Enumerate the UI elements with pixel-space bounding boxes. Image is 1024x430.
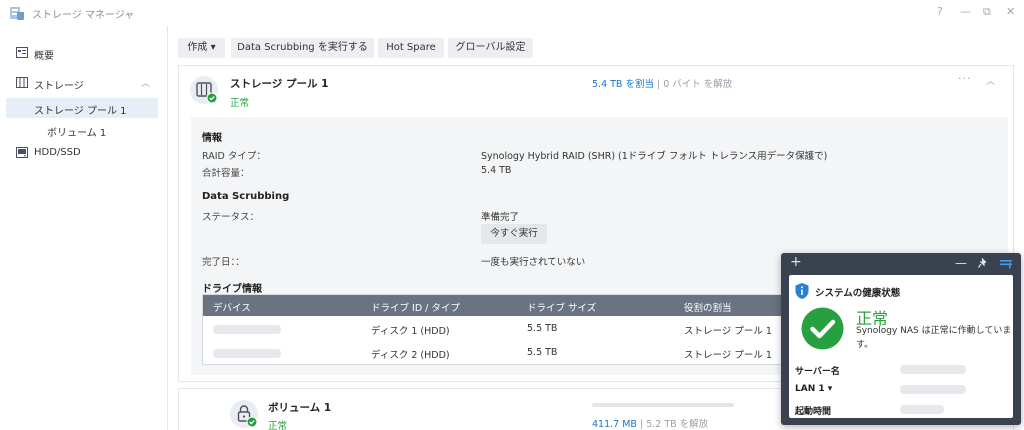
info-heading: 情報 [202,133,222,144]
server-name-redacted [900,365,966,374]
healthy-check-icon [801,307,844,350]
server-name-label: サーバー名 [795,367,840,377]
volume-status: 正常 [268,421,288,430]
data-scrubbing-button[interactable]: Data Scrubbing を実行する [231,38,374,58]
sidebar: 概要 ストレージ ︿ ストレージ プール 1 ボリューム 1 HDD/SSD [0,26,168,430]
info-shield-icon [795,283,809,299]
storage-pool-title: ストレージ プール 1 [230,78,329,90]
allocated-link[interactable]: 5.4 TB を割当 [592,79,654,90]
uptime-label: 起動時間 [795,407,832,417]
volume-title: ボリューム 1 [268,402,332,414]
allocation-separator: | [653,79,664,90]
volume-usage-bar [592,403,734,407]
completed-date-value: 一度も実行されていない [481,257,586,268]
storage-pool-icon [190,76,218,104]
storage-pool-allocation: 5.4 TB を割当 | 0 バイト を解放 [592,76,732,90]
total-capacity-value: 5.4 TB [481,165,512,176]
lock-icon [237,405,258,428]
sidebar-item-volume-1[interactable]: ボリューム 1 [0,120,168,140]
volume-icon [230,400,258,428]
column-header-drive-size[interactable]: ドライブ サイズ [527,300,596,314]
drive-id-cell: ディスク 2 (HDD) [371,350,450,361]
widget-settings-icon[interactable] [1000,259,1012,269]
minimize-button[interactable]: — [960,5,971,18]
help-button[interactable]: ? [937,5,943,18]
raid-type-label: RAID タイプ： [202,151,266,162]
drive-table: デバイス ドライブ ID / タイプ ドライブ サイズ 役割の割当 ディスク 1… [202,294,790,365]
free-space-text: 0 バイト を解放 [663,79,733,90]
scrub-status-label: ステータス： [202,212,260,223]
lan-selector[interactable]: LAN 1 ▾ [795,384,832,394]
pin-icon[interactable] [977,258,988,269]
sidebar-item-storage-pool-1[interactable]: ストレージ プール 1 [6,98,158,118]
widget-toolbar: + — [781,253,1021,275]
uptime-redacted [900,405,944,414]
drive-id-cell: ディスク 1 (HDD) [371,326,450,337]
storage-manager-app-icon [10,7,24,20]
sidebar-item-hdd-ssd[interactable]: HDD/SSD [0,142,168,164]
sidebar-item-storage[interactable]: ストレージ ︿ [0,72,168,94]
hdd-icon [16,147,28,158]
chevron-up-icon[interactable]: ︿ [141,76,150,89]
volume-used-link[interactable]: 411.7 MB [592,419,637,430]
sidebar-item-label: ストレージ プール 1 [34,106,127,117]
volume-allocation-separator: | [636,419,647,430]
drive-size-cell: 5.5 TB [527,347,558,358]
widget-title: システムの健康状態 [815,288,901,299]
lan-address-redacted [900,385,966,394]
table-row[interactable]: ディスク 2 (HDD) 5.5 TB ストレージ プール 1 [203,341,789,365]
close-button[interactable]: ✕ [1006,5,1015,18]
data-scrubbing-heading: Data Scrubbing [202,191,290,202]
raid-type-value: Synology Hybrid RAID (SHR) (1ドライブ フォルト ト… [481,151,828,162]
drive-table-header: デバイス ドライブ ID / タイプ ドライブ サイズ 役割の割当 [203,295,789,316]
run-now-button[interactable]: 今すぐ実行 [481,224,547,244]
storage-pool-status: 正常 [230,98,250,109]
device-name-redacted [213,349,281,358]
overview-icon [16,47,28,58]
sidebar-item-label: ストレージ [34,81,84,92]
sidebar-item-overview[interactable]: 概要 [0,42,168,64]
sidebar-item-label: 概要 [34,51,54,62]
hot-spare-button[interactable]: Hot Spare [378,38,444,58]
column-header-role[interactable]: 役割の割当 [684,300,732,314]
column-header-drive-id[interactable]: ドライブ ID / タイプ [371,300,460,314]
volume-free-text: 5.2 TB を解放 [646,419,709,430]
title-bar: ストレージ マネージャ ? — ⧉ ✕ [0,0,1024,26]
sidebar-item-label: ボリューム 1 [47,128,107,139]
global-settings-button[interactable]: グローバル設定 [448,38,533,58]
health-description: Synology NAS は正常に作動しています。 [856,326,1012,350]
restore-button[interactable]: ⧉ [983,5,991,19]
drive-info-heading: ドライブ情報 [202,284,262,295]
volume-allocation: 411.7 MB | 5.2 TB を解放 [592,416,708,430]
drive-size-cell: 5.5 TB [527,323,558,334]
drive-role-cell: ストレージ プール 1 [684,350,772,361]
device-name-redacted [213,325,281,334]
sidebar-item-label: HDD/SSD [34,147,81,158]
scrub-status-value: 準備完了 [481,212,520,223]
more-options-icon[interactable]: ··· [958,72,972,85]
widget-minimize-button[interactable]: — [955,256,967,270]
completed-date-label: 完了日：： [202,257,245,268]
create-button[interactable]: 作成 ▾ [178,38,225,58]
window-title: ストレージ マネージャ [32,10,135,21]
add-widget-button[interactable]: + [790,254,802,270]
collapse-chevron-icon[interactable]: ︿ [986,74,995,87]
table-row[interactable]: ディスク 1 (HDD) 5.5 TB ストレージ プール 1 [203,317,789,341]
drive-role-cell: ストレージ プール 1 [684,326,772,337]
storage-icon [16,77,28,88]
total-capacity-label: 合計容量： [202,168,250,179]
column-header-device[interactable]: デバイス [213,300,251,314]
pool-disk-icon [196,82,218,104]
